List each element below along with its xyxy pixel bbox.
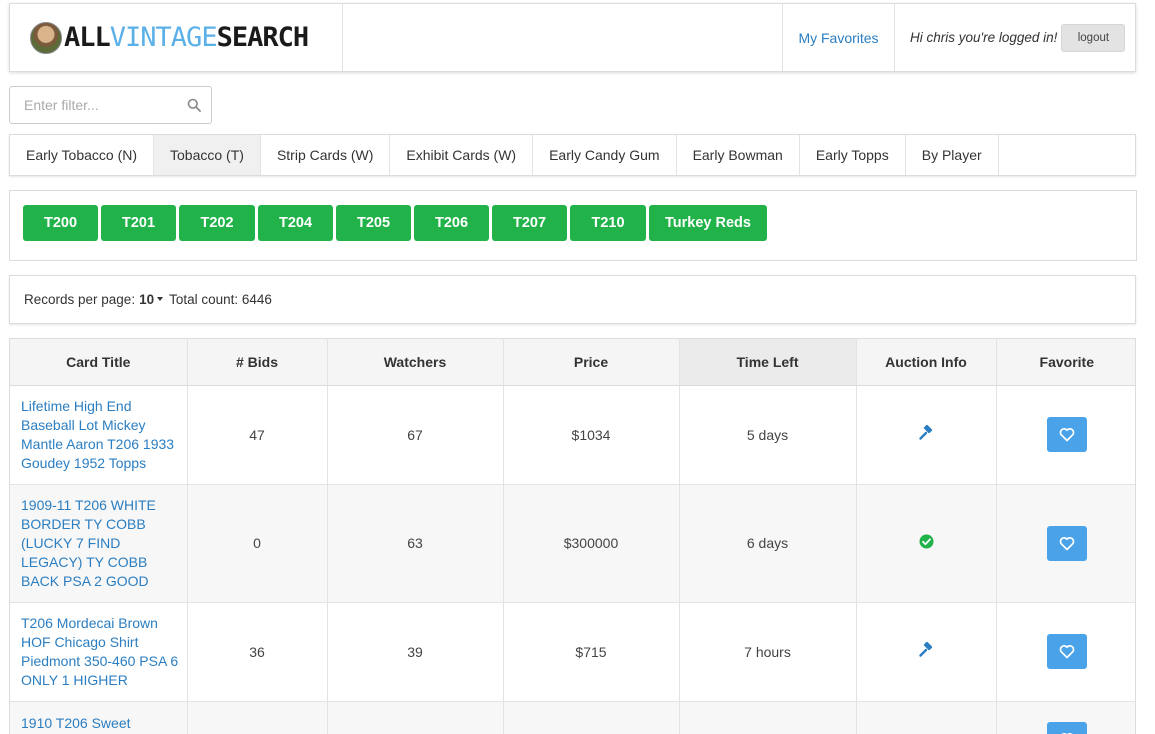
heart-icon [1059, 645, 1075, 659]
column-header-bids[interactable]: # Bids [187, 339, 328, 386]
site-logo[interactable]: ALLVINTAGESEARCH [10, 4, 343, 71]
series-button-t202[interactable]: T202 [179, 205, 255, 241]
table-row: 1909-11 T206 WHITE BORDER TY COBB (LUCKY… [10, 484, 1135, 603]
favorite-button[interactable] [1046, 525, 1087, 561]
table-row: Lifetime High End Baseball Lot Mickey Ma… [10, 385, 1135, 485]
logout-button[interactable]: logout [1061, 23, 1126, 52]
series-button-t204[interactable]: T204 [258, 205, 333, 241]
time-left-cell [679, 701, 857, 734]
tab-strip-cards[interactable]: Strip Cards (W) [261, 135, 391, 175]
logo-search-text: SEARCH [216, 22, 310, 53]
favorite-cell [996, 701, 1135, 734]
login-greeting: Hi chris you're logged in! [910, 30, 1058, 45]
favorite-cell [996, 385, 1135, 485]
heart-icon [1059, 428, 1075, 442]
user-panel: Hi chris you're logged in! logout [895, 4, 1135, 71]
heart-icon [1059, 536, 1075, 550]
table-row: 1910 T206 Sweet [10, 701, 1135, 734]
auction-info-cell [856, 701, 997, 734]
tab-early-bowman[interactable]: Early Bowman [677, 135, 800, 175]
records-per-page-label: Records per page: [24, 292, 136, 307]
series-button-t207[interactable]: T207 [492, 205, 567, 241]
favorite-cell [996, 484, 1135, 603]
tab-early-tobacco[interactable]: Early Tobacco (N) [10, 135, 155, 175]
series-button-turkey-reds[interactable]: Turkey Reds [649, 205, 767, 241]
tab-by-player[interactable]: By Player [906, 135, 999, 175]
price-cell: $1034 [503, 385, 680, 485]
time-left-cell: 7 hours [679, 602, 857, 702]
gavel-icon[interactable] [918, 424, 934, 441]
search-icon[interactable] [187, 98, 201, 112]
series-button-t205[interactable]: T205 [336, 205, 411, 241]
series-button-bar: T200 T201 T202 T204 T205 T206 T207 T210 … [9, 190, 1137, 261]
category-tabs: Early Tobacco (N) Tobacco (T) Strip Card… [9, 134, 1136, 176]
total-count: Total count: 6446 [169, 292, 272, 307]
column-header-auction-info[interactable]: Auction Info [856, 339, 997, 386]
logo-all-text: ALL [64, 22, 111, 53]
column-header-watchers[interactable]: Watchers [327, 339, 504, 386]
favorite-button[interactable] [1046, 417, 1087, 452]
time-left-cell: 5 days [679, 385, 857, 485]
logo-vintage-text: VINTAGE [109, 22, 218, 53]
favorite-button[interactable] [1046, 721, 1087, 734]
table-row: T206 Mordecai Brown HOF Chicago Shirt Pi… [10, 602, 1135, 702]
series-button-t200[interactable]: T200 [23, 205, 98, 241]
column-header-card-title[interactable]: Card Title [10, 339, 188, 386]
chevron-down-icon[interactable] [157, 296, 164, 301]
bids-cell [187, 701, 328, 734]
watchers-cell: 39 [327, 602, 504, 702]
tab-early-topps[interactable]: Early Topps [800, 135, 906, 175]
card-title-link[interactable]: T206 Mordecai Brown HOF Chicago Shirt Pi… [10, 602, 188, 702]
series-button-t201[interactable]: T201 [101, 205, 176, 241]
listings-table: Card Title # Bids Watchers Price Time Le… [9, 338, 1136, 734]
card-title-link[interactable]: 1909-11 T206 WHITE BORDER TY COBB (LUCKY… [10, 484, 188, 603]
my-favorites-link[interactable]: My Favorites [782, 4, 895, 71]
filter-input[interactable] [24, 97, 184, 113]
column-header-time-left[interactable]: Time Left [679, 339, 857, 386]
favorite-cell [996, 602, 1135, 702]
auction-info-cell [856, 385, 997, 485]
column-header-favorite[interactable]: Favorite [996, 339, 1135, 386]
records-bar: Records per page: 10 Total count: 6446 [9, 275, 1136, 324]
series-button-t210[interactable]: T210 [570, 205, 646, 241]
card-title-link[interactable]: 1910 T206 Sweet [10, 701, 188, 734]
auction-info-cell [856, 484, 997, 603]
tab-exhibit-cards[interactable]: Exhibit Cards (W) [390, 135, 534, 175]
bids-cell: 47 [187, 385, 328, 485]
auction-info-cell [856, 602, 997, 702]
filter-box [9, 86, 212, 124]
price-cell [503, 701, 680, 734]
bids-cell: 36 [187, 602, 328, 702]
bids-cell: 0 [187, 484, 328, 603]
top-header: ALLVINTAGESEARCH My Favorites Hi chris y… [9, 3, 1136, 72]
watchers-cell: 63 [327, 484, 504, 603]
price-cell: $300000 [503, 484, 680, 603]
series-button-t206[interactable]: T206 [414, 205, 489, 241]
column-header-price[interactable]: Price [503, 339, 680, 386]
table-header-row: Card Title # Bids Watchers Price Time Le… [10, 339, 1135, 386]
price-cell: $715 [503, 602, 680, 702]
time-left-cell: 6 days [679, 484, 857, 603]
card-title-link[interactable]: Lifetime High End Baseball Lot Mickey Ma… [10, 385, 188, 485]
check-circle-icon[interactable] [919, 534, 934, 549]
watchers-cell [327, 701, 504, 734]
gavel-icon[interactable] [918, 641, 934, 658]
records-per-page-dropdown[interactable]: 10 [139, 292, 154, 307]
watchers-cell: 67 [327, 385, 504, 485]
logo-portrait-icon [30, 21, 62, 54]
tab-tobacco[interactable]: Tobacco (T) [154, 135, 261, 175]
tab-early-candy-gum[interactable]: Early Candy Gum [533, 135, 677, 175]
favorite-button[interactable] [1046, 634, 1087, 669]
